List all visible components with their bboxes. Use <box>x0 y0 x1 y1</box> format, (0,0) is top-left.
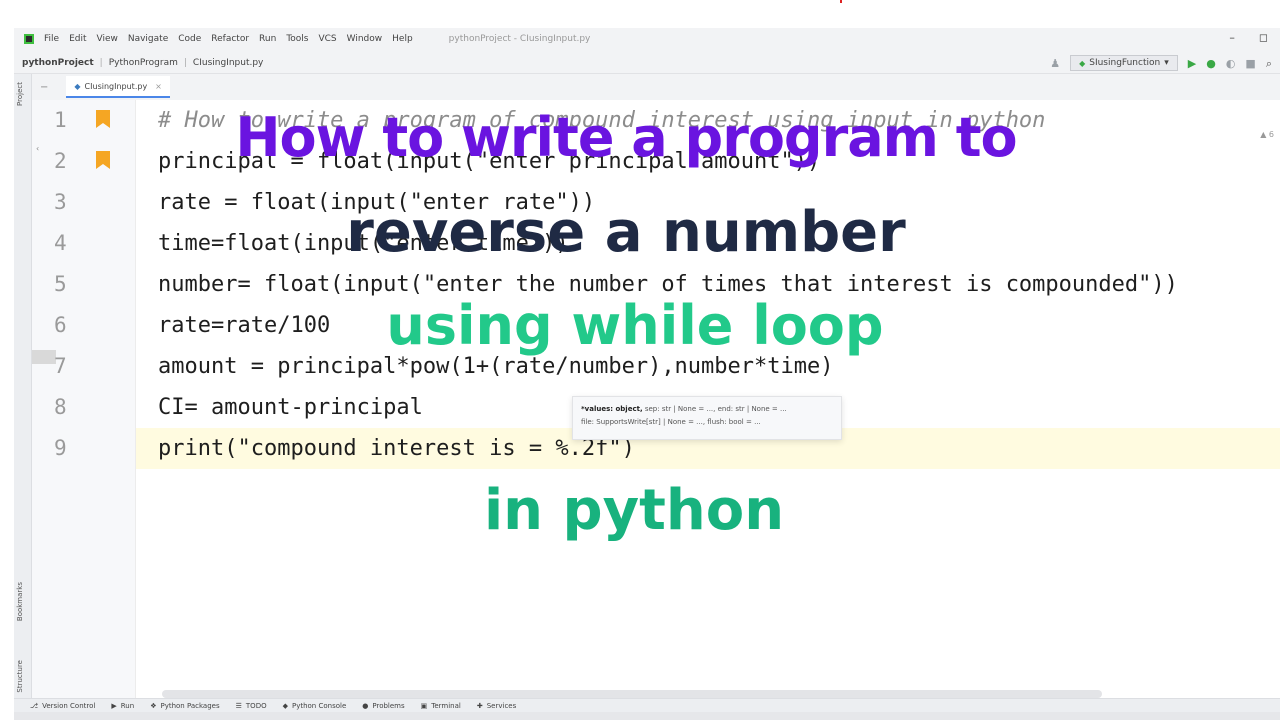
menu-navigate[interactable]: Navigate <box>128 34 168 44</box>
line-number: 2 <box>54 149 67 173</box>
structure-tool-button[interactable]: Structure <box>16 660 24 693</box>
code-editor[interactable]: ‹ 1 2 3 4 5 6 7 8 9 ▲ 6 # How to write a… <box>32 100 1280 698</box>
package-icon: ❖ <box>150 701 157 710</box>
red-dot <box>840 0 842 3</box>
user-icon[interactable]: ♟ <box>1050 58 1060 69</box>
run-configuration-select[interactable]: ◆ SIusingFunction ▾ <box>1070 55 1178 71</box>
run-toolbar: ♟ ◆ SIusingFunction ▾ ▶ ● ◐ ■ ⌕ <box>1050 55 1272 71</box>
line-number: 7 <box>54 354 67 378</box>
terminal-tool-button[interactable]: ▣ Terminal <box>421 702 461 710</box>
bookmark-icon[interactable] <box>96 110 110 128</box>
gutter: ‹ 1 2 3 4 5 6 7 8 9 <box>32 100 136 698</box>
window-controls: – ◻ <box>1229 31 1268 44</box>
stop-icon[interactable]: ■ <box>1245 58 1255 69</box>
fold-icon[interactable]: ‹ <box>36 144 39 153</box>
run-config-label: SIusingFunction <box>1089 58 1161 68</box>
run-icon: ▶ <box>111 701 117 710</box>
bookmarks-tool-button[interactable]: Bookmarks <box>16 582 24 621</box>
param-hint-bold: *values: object, <box>581 405 643 413</box>
editor-tab-bar: − ◆ CIusingInput.py × <box>32 76 1280 98</box>
services-tool-button[interactable]: ✚ Services <box>477 702 516 710</box>
menu-vcs[interactable]: VCS <box>318 34 336 44</box>
line-number: 6 <box>54 313 67 337</box>
tab-label: CIusingInput.py <box>84 81 148 91</box>
python-console-tool-button[interactable]: ◆ Python Console <box>283 702 347 710</box>
run-icon[interactable]: ▶ <box>1188 58 1196 69</box>
version-control-tool-button[interactable]: ⎇ Version Control <box>30 702 95 710</box>
breadcrumb-file[interactable]: CIusingInput.py <box>193 58 263 68</box>
list-icon: ☰ <box>235 701 242 710</box>
line-number: 3 <box>54 190 67 214</box>
menu-bar: File Edit View Navigate Code Refactor Ru… <box>14 28 1280 50</box>
breadcrumb-folder[interactable]: PythonProgram <box>109 58 178 68</box>
menu-refactor[interactable]: Refactor <box>211 34 249 44</box>
left-tool-strip: Project Bookmarks Structure <box>14 74 32 698</box>
python-file-icon: ◆ <box>74 81 81 91</box>
code-line-9: print("compound interest is = %.2f") <box>158 436 635 461</box>
problems-icon: ● <box>362 701 369 710</box>
horizontal-scrollbar[interactable] <box>162 690 1102 698</box>
collapse-icon[interactable]: − <box>40 82 48 93</box>
bookmark-icon[interactable] <box>96 151 110 169</box>
coverage-icon[interactable]: ◐ <box>1226 58 1236 69</box>
menu-tools[interactable]: Tools <box>286 34 308 44</box>
debug-icon[interactable]: ● <box>1206 58 1216 69</box>
overlay-title-line-1: How to write a program to <box>235 106 1017 169</box>
line-number: 5 <box>54 272 67 296</box>
menu-run[interactable]: Run <box>259 34 276 44</box>
menu-help[interactable]: Help <box>392 34 413 44</box>
breadcrumb-separator: | <box>99 57 103 68</box>
console-icon: ◆ <box>282 701 288 710</box>
close-icon[interactable]: × <box>155 82 162 91</box>
status-bar <box>14 712 1280 720</box>
terminal-icon: ▣ <box>420 701 428 710</box>
parameter-info-popup: *values: object, sep: str | None = ..., … <box>572 396 842 440</box>
problems-tool-button[interactable]: ● Problems <box>362 702 404 710</box>
branch-icon: ⎇ <box>30 701 39 710</box>
todo-tool-button[interactable]: ☰ TODO <box>236 702 267 710</box>
chevron-down-icon: ▾ <box>1164 58 1169 68</box>
line-number: 8 <box>54 395 67 419</box>
search-icon[interactable]: ⌕ <box>1266 58 1272 69</box>
code-line-8: CI= amount-principal <box>158 395 423 420</box>
menu-view[interactable]: View <box>97 34 118 44</box>
tool-window-bar: ⎇ Version Control ▶ Run ❖ Python Packages ☰… <box>14 698 1280 712</box>
param-hint-text: sep: str | None = ..., end: str | None =… <box>642 405 787 413</box>
menu-window[interactable]: Window <box>347 34 383 44</box>
line-number: 1 <box>54 108 67 132</box>
navigation-bar: pythonProject | PythonProgram | CIusingI… <box>14 52 1280 74</box>
overlay-title-line-4: in python <box>483 478 785 543</box>
line-number: 9 <box>54 436 67 460</box>
breadcrumb-separator: | <box>183 57 187 68</box>
run-tool-button[interactable]: ▶ Run <box>111 702 134 710</box>
breakpoint-area <box>32 350 56 364</box>
param-hint-text-2: file: SupportsWrite[str] | None = ..., f… <box>581 418 761 426</box>
pycharm-logo-icon <box>24 34 34 44</box>
project-tool-button[interactable]: Project <box>16 82 24 106</box>
minimize-icon[interactable]: – <box>1229 31 1235 44</box>
menu-edit[interactable]: Edit <box>69 34 86 44</box>
menu-file[interactable]: File <box>44 34 59 44</box>
overlay-title-line-2: reverse a number <box>346 200 906 265</box>
menu-code[interactable]: Code <box>178 34 201 44</box>
maximize-icon[interactable]: ◻ <box>1259 31 1268 44</box>
overlay-title-line-3: using while loop <box>386 294 884 357</box>
tab-ciusinginput[interactable]: ◆ CIusingInput.py × <box>66 76 170 98</box>
window-title: pythonProject - CIusingInput.py <box>448 34 591 44</box>
python-packages-tool-button[interactable]: ❖ Python Packages <box>150 702 219 710</box>
services-icon: ✚ <box>476 701 483 710</box>
python-config-icon: ◆ <box>1079 58 1086 68</box>
breadcrumb-project[interactable]: pythonProject <box>22 58 94 68</box>
line-number: 4 <box>54 231 67 255</box>
code-line-6: rate=rate/100 <box>158 313 331 338</box>
